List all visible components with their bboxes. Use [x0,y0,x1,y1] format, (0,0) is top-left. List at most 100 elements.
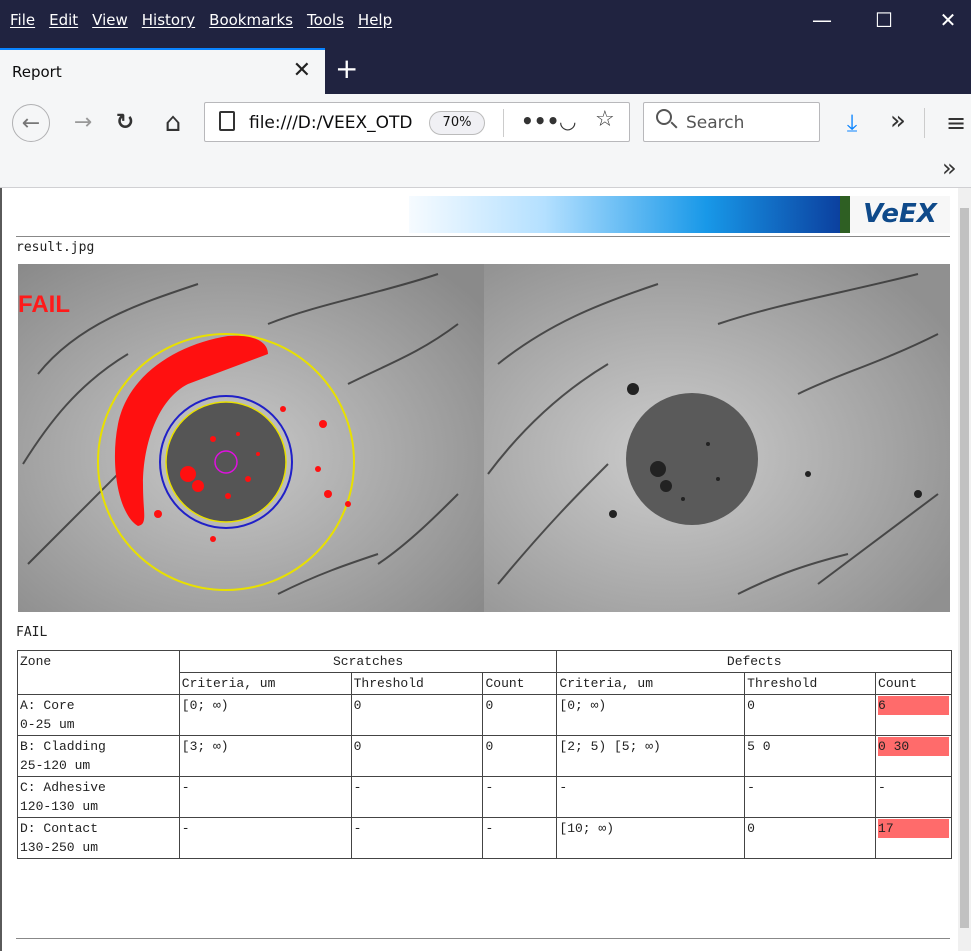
fiber-inspection-image: FAIL [18,264,950,612]
scratch-count-cell: - [482,776,558,818]
scratch-count-cell: 0 [482,694,558,736]
table-row: D: Contact 130-250 um - - - [10; ∞) 0 17 [17,817,952,859]
maximize-button[interactable]: ☐ [864,8,904,32]
defect-count-cell: 0 30 [875,735,952,777]
defect-count-fail: 6 [878,696,949,715]
zone-cell: C: Adhesive 120-130 um [17,776,180,818]
reload-button[interactable]: ↻ [106,104,144,142]
url-bar[interactable]: file:///D:/VEEX_OTD 70% ••• ◡ ☆ [204,102,630,142]
scratch-threshold-cell: 0 [350,735,484,777]
zone-name: B: Cladding [20,739,106,754]
defects-threshold-header: Threshold [744,672,877,695]
forward-button[interactable]: → [64,104,102,142]
results-table: Zone Scratches Defects Criteria, um Thre… [17,650,952,859]
banner-stripe [840,196,850,233]
menu-file[interactable]: File [10,11,35,29]
defect-count-cell: - [875,776,952,818]
scratch-threshold-cell: - [350,776,484,818]
menu-help[interactable]: Help [358,11,392,29]
tab-report[interactable]: Report ✕ [0,48,325,94]
zone-range: 120-130 um [20,799,99,814]
defects-header: Defects [556,650,952,673]
defect-count-cell: 17 [875,817,952,859]
close-window-button[interactable]: ✕ [928,8,968,32]
zoom-indicator[interactable]: 70% [429,111,485,135]
zone-range: 0-25 um [20,717,75,732]
footer-divider [16,938,950,939]
menu-bookmarks[interactable]: Bookmarks [209,11,293,29]
page-content: VeEX result.jpg FAIL FAIL Zone Scratches… [0,188,958,951]
defects-criteria-header: Criteria, um [556,672,746,695]
raw-fiber-core [626,393,758,525]
back-button[interactable]: ← [12,104,50,142]
new-tab-button[interactable]: + [335,52,358,85]
defect-threshold-cell: 5 0 [744,735,877,777]
scrollbar-thumb[interactable] [960,208,969,928]
veex-banner: VeEX [409,196,950,233]
scratch-criteria-cell: - [178,817,352,859]
defect-count-fail: 17 [878,819,949,838]
pocket-icon[interactable]: ◡ [559,109,576,133]
menu-view[interactable]: View [92,11,128,29]
zone-header: Zone [17,650,180,695]
scratches-header: Scratches [178,650,558,673]
menu-history[interactable]: History [142,11,195,29]
zone-name: C: Adhesive [20,780,106,795]
close-tab-button[interactable]: ✕ [293,58,311,83]
defect-count-fail: 0 30 [878,737,949,756]
download-icon[interactable]: ⤓ [833,104,871,142]
scratch-count-cell: 0 [482,735,558,777]
bookmark-star-icon[interactable]: ☆ [595,107,615,132]
minimize-button[interactable]: — [802,8,842,32]
bookmarks-overflow-button[interactable]: » [942,154,957,182]
hamburger-menu-button[interactable]: ≡ [937,104,971,142]
defect-threshold-cell: - [744,776,877,818]
search-icon [656,109,672,125]
title-bar: File Edit View History Bookmarks Tools H… [0,0,971,48]
defect-criteria-cell: [2; 5) [5; ∞) [556,735,746,777]
tab-title: Report [12,63,62,81]
page-actions-icon[interactable]: ••• [521,109,559,133]
scratch-threshold-cell: - [350,817,484,859]
zone-cell: B: Cladding 25-120 um [17,735,180,777]
zone-range: 130-250 um [20,840,99,855]
scratch-count-cell: - [482,817,558,859]
result-status: FAIL [16,625,48,640]
vertical-scrollbar[interactable] [958,188,971,951]
table-row: C: Adhesive 120-130 um - - - - - - [17,776,952,818]
zone-range: 25-120 um [20,758,91,773]
tab-strip: Report ✕ + [0,48,971,94]
search-input[interactable]: Search [686,113,744,133]
scratches-threshold-header: Threshold [350,672,484,695]
scratches-criteria-header: Criteria, um [178,672,352,695]
zone-name: D: Contact [20,821,99,836]
defects-count-header: Count [875,672,952,695]
fiber-cladding [165,401,287,523]
navigation-toolbar: ← → ↻ ⌂ file:///D:/VEEX_OTD 70% ••• ◡ ☆ … [0,94,971,152]
zone-cell: A: Core 0-25 um [17,694,180,736]
table-header-row: Zone Scratches Defects [17,650,952,695]
defect-criteria-cell: [10; ∞) [556,817,746,859]
veex-logo: VeEX [850,196,950,233]
zone-name: A: Core [20,698,75,713]
defect-threshold-cell: 0 [744,817,877,859]
overflow-menu-button[interactable]: » [879,104,917,142]
scratch-criteria-cell: [3; ∞) [178,735,352,777]
defect-criteria-cell: [0; ∞) [556,694,746,736]
table-row: A: Core 0-25 um [0; ∞) 0 0 [0; ∞) 0 6 [17,694,952,736]
menu-bar: File Edit View History Bookmarks Tools H… [10,11,392,29]
menu-tools[interactable]: Tools [307,11,344,29]
menu-edit[interactable]: Edit [49,11,78,29]
home-button[interactable]: ⌂ [154,104,192,142]
table-row: B: Cladding 25-120 um [3; ∞) 0 0 [2; 5) [… [17,735,952,777]
bookmarks-toolbar: » [0,152,971,188]
search-box[interactable]: Search [643,102,820,142]
defect-count-cell: 6 [875,694,952,736]
image-filename: result.jpg [16,240,95,255]
url-input[interactable]: file:///D:/VEEX_OTD [249,113,424,133]
scratch-criteria-cell: [0; ∞) [178,694,352,736]
scratch-criteria-cell: - [178,776,352,818]
scratches-count-header: Count [482,672,558,695]
toolbar-separator [924,108,925,138]
defect-criteria-cell: - [556,776,746,818]
